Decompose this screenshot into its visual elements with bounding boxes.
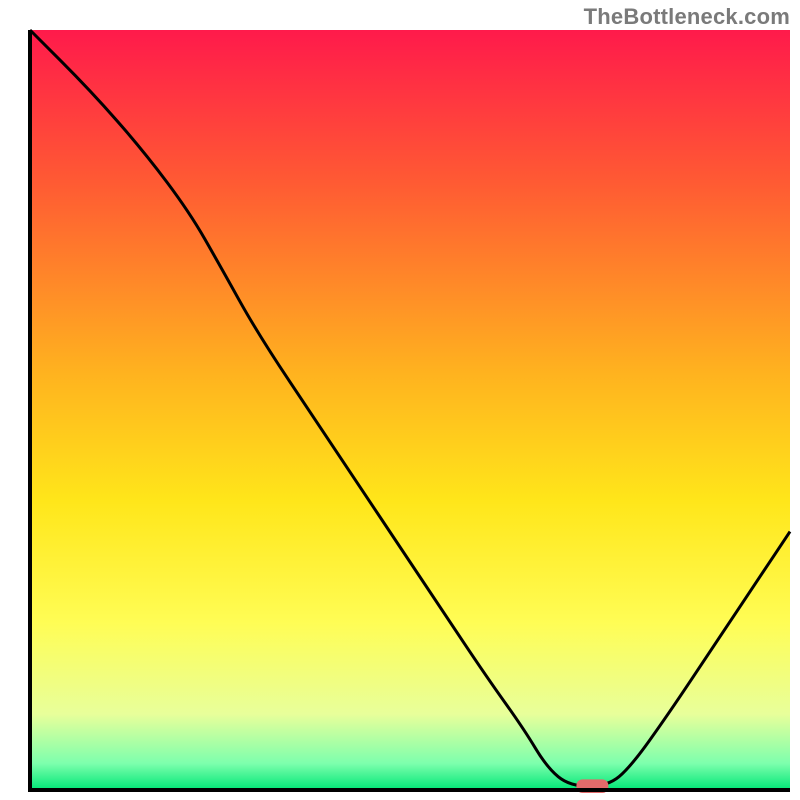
gradient-background	[30, 30, 790, 790]
chart-container: TheBottleneck.com	[0, 0, 800, 800]
bottleneck-chart	[0, 0, 800, 800]
